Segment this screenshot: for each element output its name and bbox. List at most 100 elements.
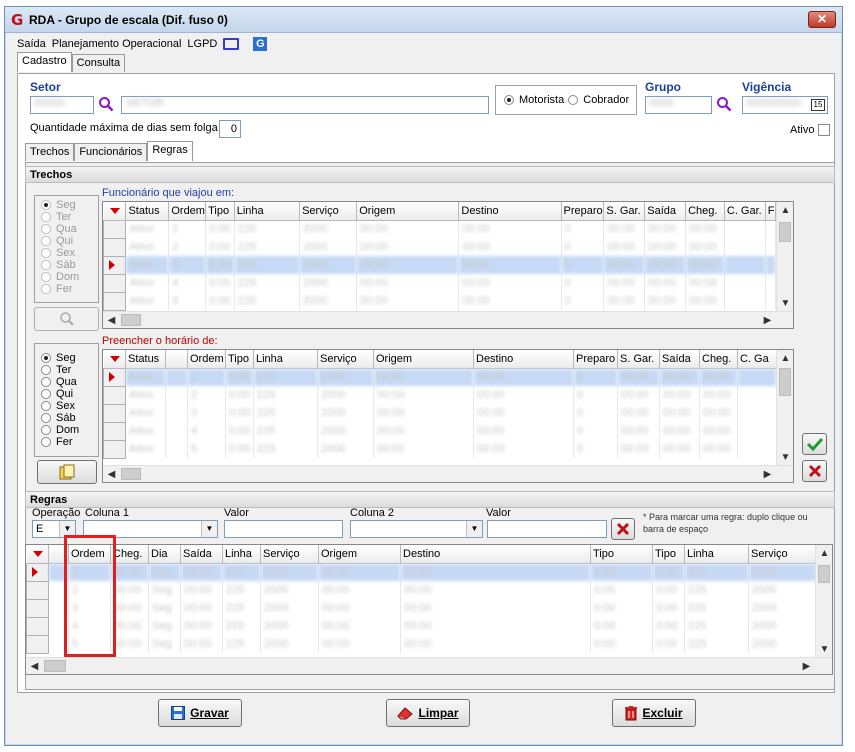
grid3-row-indicator[interactable] [26, 598, 49, 618]
grid1-cell[interactable]: Ativo [125, 238, 170, 256]
grid1-cell[interactable]: 0:00 [205, 292, 235, 310]
grid1-cell[interactable]: 2000 [299, 238, 358, 256]
grid1-cell[interactable]: 5 [168, 292, 207, 310]
grid1-cell[interactable]: 0:00 [205, 238, 235, 256]
grid1-cell[interactable]: 2 [168, 238, 207, 256]
grid1-cell[interactable]: 00:00 [603, 274, 646, 292]
grid1-cell[interactable]: 00:00 [685, 292, 725, 310]
grid3-cell[interactable]: 00:00 [180, 617, 223, 635]
calendar-icon[interactable]: 15 [811, 99, 825, 111]
grid3-cell[interactable]: 00:00 [110, 617, 149, 635]
grid1-cell[interactable] [765, 256, 777, 274]
grid1-row[interactable]: Ativo 4 0:00 225 2000 00:00 00:00 0 00:00 00:00 00… [103, 273, 777, 293]
grid3-cell[interactable]: 00:00 [400, 599, 591, 617]
grid1-cell[interactable]: 0 [561, 238, 605, 256]
grid2-cell[interactable]: 0 [573, 404, 618, 422]
grid1-cell[interactable]: 225 [234, 292, 301, 310]
grid1-row[interactable]: Ativo 1 0:00 225 2000 00:00 00:00 0 00:00 00:00 00… [103, 219, 777, 239]
day2-sab-radio[interactable] [41, 413, 51, 423]
grid3-cell[interactable]: 0:00 [590, 563, 653, 581]
grid2-cell[interactable] [165, 440, 188, 458]
grid3-row[interactable]: 3 00:00 Seg 00:00 225 2000 00:00 00:00 0:00 0:00 2… [26, 598, 817, 618]
grid3-cell[interactable]: 2000 [748, 617, 817, 635]
grid3-cell[interactable]: 0:00 [652, 563, 685, 581]
grid1-row-indicator[interactable] [103, 255, 127, 275]
grid3-cell[interactable]: 00:00 [110, 635, 149, 653]
grid3-row-indicator[interactable] [26, 562, 49, 582]
grid2-cell[interactable]: 5 [187, 440, 226, 458]
grid2-cell[interactable]: 00:00 [473, 440, 574, 458]
grid3-col-servico2[interactable]: Serviço [748, 545, 817, 564]
grid3-col-dia[interactable]: Dia [148, 545, 181, 564]
grid2-cell[interactable]: 00:00 [473, 368, 574, 386]
preencher-horario-grid[interactable]: Status Ordem Tipo Linha Serviço Origem D… [102, 349, 794, 483]
grid1-cell[interactable]: 225 [234, 220, 301, 238]
grid2-cell[interactable] [165, 422, 188, 440]
grid2-col-linha[interactable]: Linha [253, 350, 318, 369]
menu-item-saida[interactable]: Saída [17, 38, 46, 50]
excluir-button[interactable]: Excluir [612, 699, 696, 727]
day1-seg-radio[interactable] [41, 200, 51, 210]
copy-horario-button[interactable] [37, 460, 97, 484]
grid2-cell[interactable]: 00:00 [617, 386, 660, 404]
grid2-cell[interactable]: Ativo [125, 422, 166, 440]
cobrador-radio[interactable] [568, 95, 579, 105]
g-app-icon[interactable]: G [253, 37, 268, 51]
limpar-button[interactable]: Limpar [386, 699, 470, 727]
day2-seg-radio[interactable] [41, 353, 51, 363]
grid1-cell[interactable]: 00:00 [603, 238, 646, 256]
grid2-cell[interactable]: 00:00 [617, 440, 660, 458]
grid3-row-indicator[interactable] [26, 616, 49, 636]
grid1-row-indicator[interactable] [103, 273, 127, 293]
grid3-row[interactable]: 4 00:00 Seg 00:00 225 2000 00:00 00:00 0:00 0:00 2… [26, 616, 817, 636]
grid1-col-ordem[interactable]: Ordem [168, 202, 207, 221]
grid3-cell[interactable]: 00:00 [110, 599, 149, 617]
grid1-col-servico[interactable]: Serviço [299, 202, 358, 221]
grid2-cell[interactable]: Ativo [125, 404, 166, 422]
grid2-cell[interactable]: 0 [573, 422, 618, 440]
grid2-cell[interactable]: 0 [573, 440, 618, 458]
grid3-cell[interactable]: 00:00 [180, 581, 223, 599]
grid2-cell[interactable]: 225 [253, 404, 318, 422]
grid1-cell[interactable]: 00:00 [685, 238, 725, 256]
coluna2-select[interactable]: ▼ [350, 520, 483, 538]
grid1-cell[interactable] [765, 238, 777, 256]
grid2-cell[interactable]: 225 [253, 368, 318, 386]
grid1-cell[interactable]: 00:00 [603, 256, 646, 274]
grid2-row-indicator[interactable] [103, 421, 126, 441]
grid3-cell[interactable]: 0:00 [590, 635, 653, 653]
grid1-cell[interactable] [765, 220, 777, 238]
grid1-cell[interactable] [724, 220, 766, 238]
grid2-col-sgar[interactable]: S. Gar. [617, 350, 660, 369]
gravar-button[interactable]: Gravar [158, 699, 242, 727]
grid3-cell[interactable]: 2000 [748, 581, 817, 599]
day1-fer-radio[interactable] [41, 284, 51, 294]
grid2-cell[interactable]: 00:00 [473, 386, 574, 404]
grid1-cell[interactable]: 0 [561, 256, 605, 274]
grid1-cell[interactable]: 00:00 [644, 256, 687, 274]
grid1-cell[interactable]: 225 [234, 238, 301, 256]
grid1-col-tipo[interactable]: Tipo [205, 202, 235, 221]
grid1-cell[interactable] [724, 292, 766, 310]
grid3-corner[interactable] [26, 545, 49, 564]
grid2-cell[interactable]: 00:00 [617, 422, 660, 440]
grid2-cell[interactable]: 00:00 [373, 368, 474, 386]
grid1-cell[interactable]: 00:00 [685, 256, 725, 274]
grid2-cell[interactable]: 00:00 [659, 422, 700, 440]
grid2-col-check[interactable] [165, 350, 188, 369]
grid2-row[interactable]: Ativo 3 0:00 225 2000 00:00 00:00 0 00:00 00:00 00… [103, 403, 777, 423]
grid2-cell[interactable] [737, 386, 777, 404]
grid2-cell[interactable] [737, 404, 777, 422]
grid2-cell[interactable] [737, 440, 777, 458]
grid2-cell[interactable]: 0 [573, 368, 618, 386]
grid3-cell[interactable]: 2000 [260, 563, 319, 581]
grid3-cell[interactable]: 00:00 [318, 563, 401, 581]
grid1-cell[interactable]: 0:00 [205, 220, 235, 238]
day2-qua-radio[interactable] [41, 377, 51, 387]
grid2-cell[interactable] [165, 386, 188, 404]
grid2-cell[interactable]: 00:00 [659, 386, 700, 404]
grid1-cell[interactable]: 00:00 [356, 292, 460, 310]
grid2-cell[interactable] [165, 404, 188, 422]
grid3-cell[interactable]: Seg [148, 581, 181, 599]
grid3-cell[interactable]: 00:00 [110, 581, 149, 599]
